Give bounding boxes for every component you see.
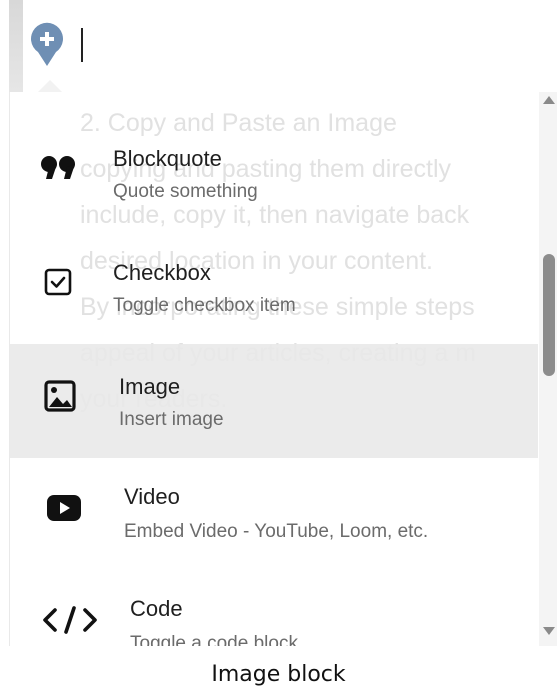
menu-item-description: Quote something — [113, 181, 258, 202]
video-icon — [46, 490, 82, 526]
menu-item-code[interactable]: Code Toggle a code block — [10, 572, 538, 646]
scroll-up-arrow-icon[interactable] — [543, 96, 555, 104]
menu-item-label: Blockquote — [113, 146, 222, 171]
scrollbar-thumb[interactable] — [543, 254, 555, 376]
menu-item-description: Insert image — [119, 409, 224, 430]
menu-item-label: Video — [124, 484, 180, 509]
menu-item-image[interactable]: Image Insert image — [10, 344, 538, 458]
menu-item-blockquote[interactable]: Blockquote Quote something — [10, 116, 538, 230]
code-icon — [40, 602, 100, 638]
menu-item-video[interactable]: Video Embed Video - YouTube, Loom, etc. — [10, 458, 538, 572]
menu-item-description: Embed Video - YouTube, Loom, etc. — [124, 521, 429, 542]
image-icon — [42, 378, 78, 414]
block-type-menu: 2. Copy and Paste an Image copying and p… — [9, 92, 557, 646]
menu-item-label: Image — [119, 374, 181, 399]
editor-area — [0, 0, 557, 92]
screenshot-caption: Image block — [211, 662, 346, 687]
menu-scrollbar[interactable] — [539, 92, 557, 646]
editor-left-rail — [9, 0, 23, 92]
popover-arrow — [38, 80, 62, 92]
menu-item-description: Toggle a code block — [130, 633, 298, 646]
plus-circle-icon — [31, 22, 64, 66]
add-block-button[interactable] — [25, 19, 69, 67]
menu-item-description: Toggle checkbox item — [113, 295, 296, 316]
text-cursor — [81, 28, 83, 62]
caption-area: Image block — [0, 646, 557, 694]
menu-item-label: Checkbox — [113, 260, 211, 285]
checkbox-icon — [40, 264, 76, 300]
blockquote-icon — [40, 150, 76, 186]
menu-item-label: Code — [130, 596, 183, 621]
menu-item-checkbox[interactable]: Checkbox Toggle checkbox item — [10, 230, 538, 344]
scroll-down-arrow-icon[interactable] — [543, 627, 555, 635]
